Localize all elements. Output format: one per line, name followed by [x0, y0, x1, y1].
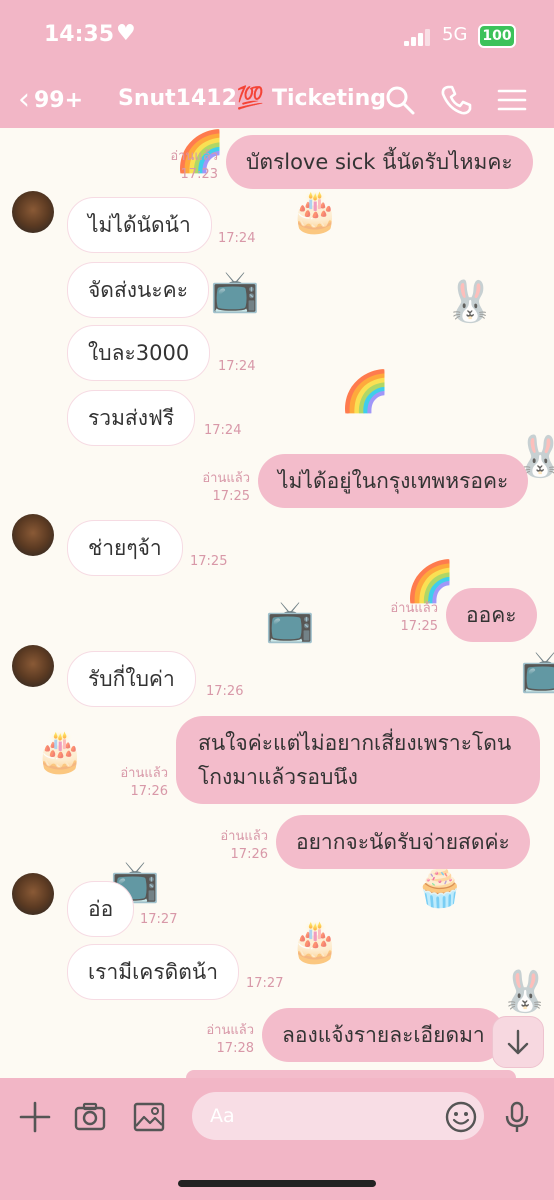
message-time: 17:24: [218, 231, 256, 246]
message-bubble-incoming[interactable]: จัดส่งนะคะ: [67, 262, 209, 318]
message-input[interactable]: [192, 1092, 484, 1140]
message-time: 17:26: [130, 784, 168, 799]
avatar[interactable]: [12, 645, 54, 687]
image-icon[interactable]: [132, 1100, 166, 1134]
message-meta: อ่านแล้ว 17:26: [100, 765, 168, 801]
message-time: 17:24: [218, 359, 256, 374]
wallpaper-sticker-icon: 📺: [520, 649, 554, 695]
signal-icon: [404, 28, 434, 46]
top-bar: 14:35 ♥ 5G 100 ‹ 99+ Snut1412💯 Ticketing: [0, 0, 554, 128]
message-bubble-outgoing[interactable]: ไม่ได้อยู่ในกรุงเทพหรอคะ: [258, 454, 529, 508]
home-indicator: [178, 1180, 376, 1187]
wallpaper-sticker-icon: 🎂: [290, 919, 340, 965]
wallpaper-sticker-icon: 🌈: [405, 559, 455, 605]
wallpaper-sticker-icon: 🧁: [415, 864, 465, 910]
message-bubble-incoming[interactable]: อ่อ: [67, 881, 135, 937]
camera-icon[interactable]: [73, 1100, 107, 1134]
search-icon[interactable]: [384, 84, 416, 116]
status-time: 14:35: [44, 22, 115, 47]
wallpaper-sticker-icon: 🎂: [290, 189, 340, 235]
wallpaper-sticker-icon: 🌈: [340, 369, 390, 415]
read-receipt: อ่านแล้ว: [206, 1023, 254, 1038]
back-button[interactable]: ‹ 99+: [18, 80, 83, 120]
message-time: 17:25: [190, 554, 228, 569]
menu-icon[interactable]: [496, 84, 528, 116]
message-meta: อ่านแล้ว 17:25: [186, 470, 250, 506]
message-bubble-outgoing[interactable]: ลองแจ้งรายละเอียดมา: [262, 1008, 505, 1062]
battery-icon: 100: [478, 24, 516, 48]
wallpaper-sticker-icon: 🎂: [35, 729, 85, 775]
read-receipt: อ่านแล้ว: [390, 601, 438, 616]
message-time: 17:27: [140, 912, 178, 927]
message-bubble-incoming[interactable]: ไม่ได้นัดน้า: [67, 197, 212, 253]
wallpaper-sticker-icon: 📺: [265, 599, 315, 645]
message-meta: อ่านแล้ว 17:26: [200, 828, 268, 864]
back-icon: ‹: [18, 82, 30, 117]
emoji-icon[interactable]: [444, 1100, 478, 1134]
message-time: 17:28: [216, 1041, 254, 1056]
message-bubble-outgoing[interactable]: สนใจค่ะแต่ไม่อยากเสี่ยงเพราะโดนโกงมาแล้ว…: [176, 716, 540, 804]
message-time: 17:25: [400, 619, 438, 634]
wallpaper-sticker-icon: 📺: [210, 269, 260, 315]
message-time: 17:23: [180, 167, 218, 182]
message-bubble-outgoing-partial[interactable]: [186, 1070, 516, 1078]
arrow-down-icon: [507, 1029, 529, 1055]
message-meta: อ่านแล้ว 17:23: [150, 148, 218, 184]
message-time: 17:26: [206, 684, 244, 699]
scroll-to-bottom-button[interactable]: [492, 1016, 544, 1068]
phone-icon[interactable]: [440, 84, 472, 116]
message-time: 17:25: [212, 489, 250, 504]
status-bar: 14:35 ♥ 5G 100: [0, 21, 554, 52]
message-bubble-incoming[interactable]: เรามีเครดิตน้า: [67, 944, 240, 1000]
message-time: 17:24: [204, 423, 242, 438]
heart-icon: ♥: [116, 21, 136, 46]
read-receipt: อ่านแล้ว: [202, 471, 250, 486]
wallpaper-sticker-icon: 🐰: [500, 969, 550, 1015]
message-bubble-outgoing[interactable]: บัตรlove sick นี้นัดรับไหมคะ: [226, 135, 533, 189]
microphone-icon[interactable]: [500, 1100, 534, 1134]
chat-title: Snut1412💯 Ticketing: [118, 86, 386, 111]
plus-icon[interactable]: [18, 1100, 52, 1134]
message-bubble-incoming[interactable]: ช่ายๆจ้า: [67, 520, 183, 576]
avatar[interactable]: [12, 514, 54, 556]
read-receipt: อ่านแล้ว: [220, 829, 268, 844]
avatar[interactable]: [12, 191, 54, 233]
message-bubble-outgoing[interactable]: ออคะ: [446, 588, 537, 642]
message-meta: อ่านแล้ว 17:25: [370, 600, 438, 636]
message-time: 17:26: [230, 847, 268, 862]
message-bubble-incoming[interactable]: รับกี่ใบค่า: [67, 651, 196, 707]
message-time: 17:27: [246, 976, 284, 991]
message-meta: อ่านแล้ว 17:28: [186, 1022, 254, 1058]
read-receipt: อ่านแล้ว: [170, 149, 218, 164]
read-receipt: อ่านแล้ว: [120, 766, 168, 781]
network-type: 5G: [442, 24, 468, 45]
message-bubble-incoming[interactable]: รวมส่งฟรี: [67, 390, 196, 446]
message-bubble-incoming[interactable]: ใบละ3000: [67, 325, 211, 381]
chat-header: ‹ 99+ Snut1412💯 Ticketing: [0, 80, 554, 120]
avatar[interactable]: [12, 873, 54, 915]
unread-count: 99+: [34, 87, 84, 113]
message-bubble-outgoing[interactable]: อยากจะนัดรับจ่ายสดค่ะ: [276, 815, 530, 869]
wallpaper-sticker-icon: 🐰: [445, 279, 495, 325]
